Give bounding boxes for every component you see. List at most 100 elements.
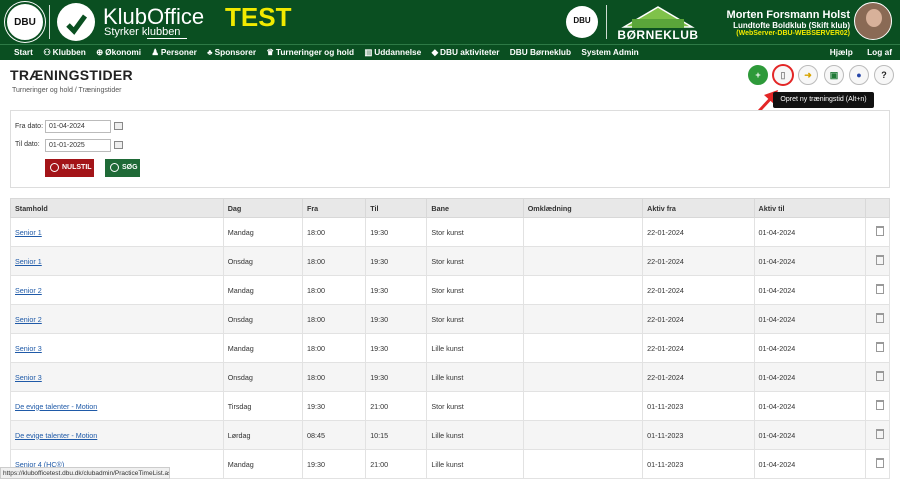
nav-item-dbu-borneklub[interactable]: DBU Børneklub (510, 47, 571, 57)
nav-item-help[interactable]: Hjælp (830, 47, 853, 57)
actions-cell (864, 391, 891, 421)
trash-icon[interactable] (875, 400, 884, 410)
nav-item-dbu-aktiviteter[interactable]: ◆ DBU aktiviteter (432, 47, 500, 57)
table-row: Senior 1 Onsdag 18:00 19:30 Stor kunst 22-01-… (10, 246, 891, 276)
column-header[interactable]: Dag (222, 198, 303, 218)
table-cell: Mandag (222, 275, 303, 305)
trash-icon[interactable] (875, 429, 884, 439)
dbu-logo-text: DBU (14, 17, 36, 28)
header-divider (49, 5, 50, 39)
club-switch-link[interactable]: Lundtofte Boldklub (Skift klub) (727, 21, 850, 30)
actions-cell (864, 420, 891, 450)
table-cell (522, 449, 644, 479)
team-link[interactable]: De evige talenter - Motion (15, 431, 97, 440)
table-cell (522, 275, 644, 305)
column-header[interactable]: Bane (426, 198, 524, 218)
avatar[interactable] (854, 2, 892, 40)
table-cell (522, 362, 644, 392)
table-cell: 08:45 (301, 420, 367, 450)
person-icon: ♟ (151, 47, 159, 57)
table-cell: 18:00 (301, 246, 367, 276)
search-button-label: SØG (122, 164, 138, 171)
table-cell: 01-11-2023 (642, 391, 755, 421)
trash-icon[interactable] (875, 226, 884, 236)
table-row: Senior 3 Mandag 18:00 19:30 Lille kunst 22-01… (10, 333, 891, 363)
table-cell: 22-01-2024 (642, 246, 755, 276)
team-cell: De evige talenter - Motion (10, 420, 224, 450)
from-date-input[interactable]: 01-04-2024 (45, 120, 111, 133)
nav-item-label: DBU aktiviteter (439, 47, 500, 57)
table-cell: 01-04-2024 (753, 391, 866, 421)
trash-icon[interactable] (875, 313, 884, 323)
table-cell (522, 333, 644, 363)
nav-item-label: Klubben (52, 47, 86, 57)
table-cell: 22-01-2024 (642, 333, 755, 363)
nav-item-klubben[interactable]: ⚇ Klubben (43, 47, 86, 57)
column-header[interactable]: Til (365, 198, 428, 218)
column-header[interactable]: Stamhold (10, 198, 224, 218)
new-practice-time-button[interactable]: ▯ (773, 65, 793, 85)
team-link[interactable]: Senior 2 (15, 286, 42, 295)
table-cell: Onsdag (222, 246, 303, 276)
status-bar-url: https://klubofficetest.dbu.dk/clubadmin/… (0, 467, 170, 479)
search-button[interactable]: SØG (105, 159, 140, 177)
table-cell (522, 217, 644, 247)
nav-item-label: Personer (160, 47, 197, 57)
trash-icon[interactable] (875, 255, 884, 265)
to-date-input[interactable]: 01-01-2025 (45, 139, 111, 152)
table-header-row: Stamhold Dag Fra Til Bane Omklædning Akt… (10, 198, 891, 218)
trash-icon[interactable] (875, 284, 884, 294)
trash-icon[interactable] (875, 458, 884, 468)
help-button[interactable]: ? (874, 65, 894, 85)
team-link[interactable]: Senior 1 (15, 228, 42, 237)
actions-cell (864, 246, 891, 276)
export-button[interactable]: ➜ (798, 65, 818, 85)
nav-item-sponsorer[interactable]: ♣ Sponsorer (207, 47, 256, 57)
nav-item-personer[interactable]: ♟ Personer (151, 47, 196, 57)
calendar-icon[interactable] (114, 122, 123, 130)
team-cell: Senior 3 (10, 333, 224, 363)
table-cell: Onsdag (222, 304, 303, 334)
main-nav: Start ⚇ Klubben ⊕ Økonomi ♟ Personer ♣ Spons… (0, 44, 900, 60)
nav-item-okonomi[interactable]: ⊕ Økonomi (96, 47, 141, 57)
column-header[interactable]: Aktiv fra (642, 198, 755, 218)
nav-item-label: Sponsorer (214, 47, 257, 57)
team-link[interactable]: Senior 3 (15, 344, 42, 353)
calendar-icon[interactable] (114, 141, 123, 149)
team-link[interactable]: Senior 3 (15, 373, 42, 382)
table-cell: Onsdag (222, 362, 303, 392)
table-cell (522, 391, 644, 421)
team-link[interactable]: De evige talenter - Motion (15, 402, 97, 411)
user-name: Morten Forsmann Holst (726, 9, 850, 21)
team-cell: Senior 3 (10, 362, 224, 392)
team-link[interactable]: Senior 1 (15, 257, 42, 266)
nav-item-start[interactable]: Start (14, 47, 33, 57)
add-button[interactable]: + (748, 65, 768, 85)
table-cell: 18:00 (301, 333, 367, 363)
nav-item-uddannelse[interactable]: ▥ Uddannelse (364, 47, 421, 57)
environment-label: TEST (225, 2, 292, 32)
dbu-logo[interactable]: DBU (5, 2, 45, 42)
table-cell: 18:00 (301, 217, 367, 247)
table-cell: 19:30 (365, 217, 428, 247)
team-link[interactable]: Senior 2 (15, 315, 42, 324)
cap-icon: ◆ (431, 47, 438, 57)
info-button[interactable]: ● (849, 65, 869, 85)
table-cell: Lille kunst (426, 333, 524, 363)
table-cell: 21:00 (365, 391, 428, 421)
column-header[interactable]: Aktiv til (753, 198, 866, 218)
excel-button[interactable]: ▣ (824, 65, 844, 85)
trash-icon[interactable] (875, 342, 884, 352)
column-header[interactable]: Omklædning (522, 198, 644, 218)
search-icon (110, 163, 119, 172)
nav-item-label: Uddannelse (374, 47, 422, 57)
column-header[interactable]: Fra (301, 198, 367, 218)
trash-icon[interactable] (875, 371, 884, 381)
nav-item-turneringer[interactable]: ♛ Turneringer og hold (266, 47, 354, 57)
nav-item-logout[interactable]: Log af (867, 47, 892, 57)
table-cell: Stor kunst (426, 217, 524, 247)
nav-item-system-admin[interactable]: System Admin (581, 47, 638, 57)
actions-cell (864, 333, 891, 363)
table-cell: 18:00 (301, 304, 367, 334)
reset-button[interactable]: NULSTIL (45, 159, 94, 177)
